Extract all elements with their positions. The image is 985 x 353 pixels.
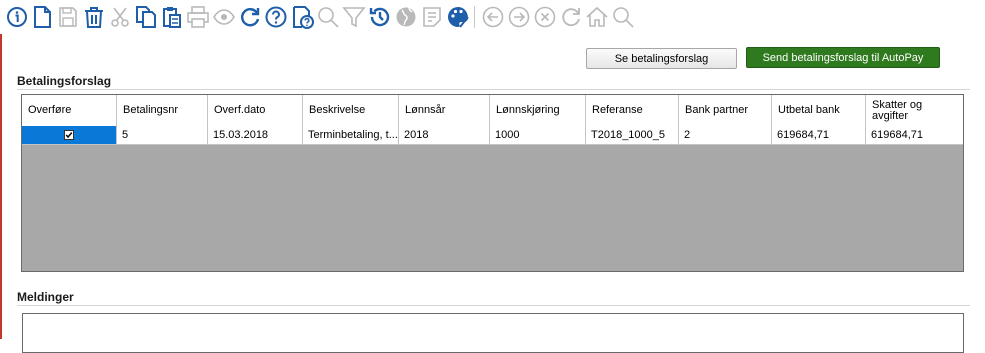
cut-icon[interactable]	[107, 4, 133, 30]
cell-salary-year[interactable]: 2018	[399, 126, 490, 144]
back-icon[interactable]	[480, 4, 506, 30]
cell-description[interactable]: Terminbetaling, t...	[303, 126, 399, 144]
messages-box[interactable]	[22, 313, 964, 353]
column-header-reference[interactable]: Referanse	[586, 95, 679, 126]
new-document-icon[interactable]	[29, 4, 55, 30]
copy-icon[interactable]	[133, 4, 159, 30]
preview-icon[interactable]	[211, 4, 237, 30]
notes-icon[interactable]	[419, 4, 445, 30]
cell-taxes[interactable]: 619684,71	[866, 126, 963, 144]
transfer-cell[interactable]	[22, 126, 117, 144]
cell-payout-bank[interactable]: 619684,71	[772, 126, 866, 144]
paste-icon[interactable]	[159, 4, 185, 30]
help-document-icon[interactable]	[289, 4, 315, 30]
help-icon[interactable]	[263, 4, 289, 30]
cell-reference[interactable]: T2018_1000_5	[586, 126, 679, 144]
toolbar	[0, 0, 985, 34]
save-icon[interactable]	[55, 4, 81, 30]
print-icon[interactable]	[185, 4, 211, 30]
find-icon[interactable]	[610, 4, 636, 30]
cancel-icon[interactable]	[532, 4, 558, 30]
filter-icon[interactable]	[341, 4, 367, 30]
transfer-checkbox[interactable]	[64, 130, 74, 140]
section-divider	[17, 89, 970, 90]
send-to-autopay-button[interactable]: Send betalingsforslag til AutoPay	[746, 47, 940, 68]
search-icon[interactable]	[315, 4, 341, 30]
show-payment-suggestion-button[interactable]: Se betalingsforslag	[586, 48, 737, 69]
column-header-payroll-run[interactable]: Lønnskjøring	[490, 95, 586, 126]
payment-grid: Overføre Betalingsnr Overf.dato Beskrive…	[21, 94, 964, 272]
cell-payroll-run[interactable]: 1000	[490, 126, 586, 144]
cell-payment-no[interactable]: 5	[117, 126, 208, 144]
column-header-taxes[interactable]: Skatter og avgifter	[866, 95, 963, 126]
palette-icon[interactable]	[445, 4, 471, 30]
forward-icon[interactable]	[506, 4, 532, 30]
messages-divider	[17, 305, 970, 306]
left-accent-border	[0, 34, 2, 339]
column-header-bank-partner[interactable]: Bank partner	[679, 95, 772, 126]
column-header-description[interactable]: Beskrivelse	[303, 95, 399, 126]
history-icon[interactable]	[367, 4, 393, 30]
grid-header: Overføre Betalingsnr Overf.dato Beskrive…	[22, 95, 963, 127]
column-header-payout-bank[interactable]: Utbetal bank	[772, 95, 866, 126]
messages-title: Meldinger	[17, 290, 74, 304]
globe-icon[interactable]	[393, 4, 419, 30]
column-header-transfer-date[interactable]: Overf.dato	[208, 95, 303, 126]
column-header-payment-no[interactable]: Betalingsnr	[117, 95, 208, 126]
column-header-transfer[interactable]: Overføre	[22, 95, 117, 126]
column-header-salary-year[interactable]: Lønnsår	[399, 95, 490, 126]
cell-bank-partner[interactable]: 2	[679, 126, 772, 144]
table-row[interactable]: 5 15.03.2018 Terminbetaling, t... 2018 1…	[22, 126, 963, 145]
cell-transfer-date[interactable]: 15.03.2018	[208, 126, 303, 144]
reload-icon[interactable]	[558, 4, 584, 30]
delete-icon[interactable]	[81, 4, 107, 30]
info-icon[interactable]	[4, 4, 30, 30]
home-icon[interactable]	[584, 4, 610, 30]
refresh-icon[interactable]	[237, 4, 263, 30]
toolbar-separator	[474, 6, 475, 28]
payment-suggestion-title: Betalingsforslag	[17, 74, 112, 88]
